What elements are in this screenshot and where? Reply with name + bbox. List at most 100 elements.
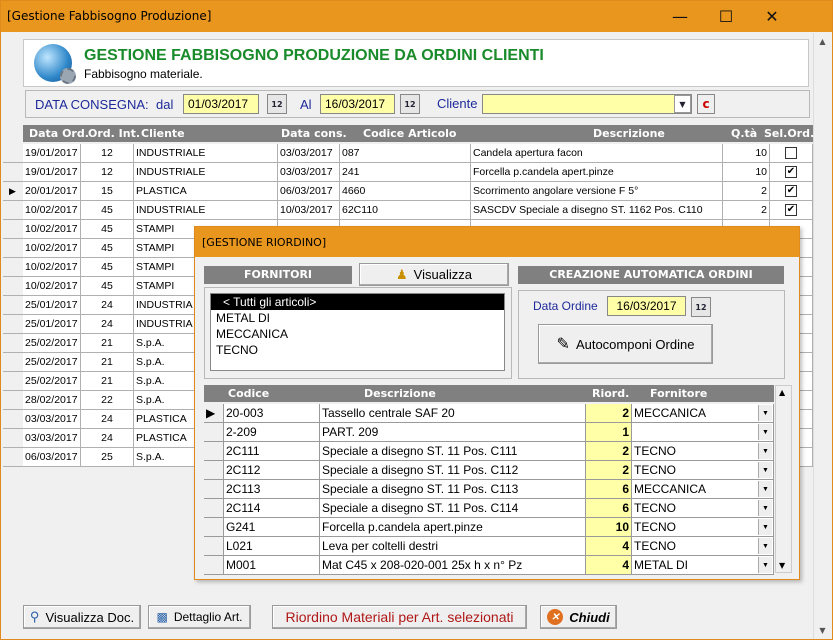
scroll-up-icon[interactable]: ▲ — [814, 33, 831, 50]
chevron-down-icon[interactable]: ▼ — [758, 538, 772, 554]
cell-ord-int: 12 — [81, 144, 134, 163]
data-ordine-field[interactable]: 16/03/2017 — [607, 296, 686, 316]
table-row[interactable]: M001 Mat C45 x 208-020-001 25x h x n° Pz 4… — [204, 556, 774, 575]
row-indicator — [3, 239, 23, 258]
cell-descrizione: Speciale a disegno ST. 11 Pos. C111 — [320, 442, 586, 461]
dettaglio-art-button[interactable]: ▩ Dettaglio Art. — [148, 605, 251, 629]
dal-label: dal — [156, 97, 174, 112]
cell-fornitore[interactable]: MECCANICA ▼ — [632, 404, 774, 423]
cell-riord[interactable]: 6 — [586, 480, 632, 499]
col-descrizione-p: Descrizione — [364, 387, 436, 400]
cell-cliente: INDUSTRIALE — [134, 201, 278, 220]
calendar-from-icon[interactable]: 12 — [267, 94, 287, 114]
table-row[interactable]: ▶ 20-003 Tassello centrale SAF 20 2 MECCANIC… — [204, 404, 774, 423]
date-from-field[interactable]: 01/03/2017 — [183, 94, 259, 114]
scroll-down-icon[interactable]: ▼ — [779, 561, 785, 570]
fornitori-list[interactable]: < Tutti gli articoli> METAL DI MECCANICA… — [210, 293, 505, 371]
scroll-up-icon[interactable]: ▲ — [779, 388, 785, 397]
calendar-to-icon[interactable]: 12 — [400, 94, 420, 114]
cell-riord[interactable]: 4 — [586, 537, 632, 556]
cell-riord[interactable]: 2 — [586, 461, 632, 480]
chevron-down-icon[interactable]: ▼ — [758, 462, 772, 478]
close-window-button[interactable]: ✕ — [749, 1, 795, 32]
riordino-button[interactable]: Riordino Materiali per Art. selezionati — [272, 605, 527, 629]
col-qta: Q.tà — [731, 127, 758, 140]
cell-fornitore[interactable]: TECNO ▼ — [632, 442, 774, 461]
window-scrollbar[interactable]: ▲ ▼ — [813, 33, 830, 639]
cell-fornitore-text: TECNO — [634, 501, 676, 515]
cell-riord-text: 6 — [622, 501, 629, 515]
select-checkbox[interactable]: ✔ — [785, 185, 797, 197]
list-item[interactable]: TECNO — [211, 342, 504, 358]
cell-descrizione-text: Speciale a disegno ST. 11 Pos. C114 — [322, 501, 519, 515]
cell-riord[interactable]: 2 — [586, 404, 632, 423]
chevron-down-icon[interactable]: ▼ — [674, 95, 691, 113]
cell-riord[interactable]: 6 — [586, 499, 632, 518]
table-row[interactable]: ▶ 20/01/2017 15 PLASTICA 06/03/2017 4660 Scorr… — [3, 182, 813, 201]
table-row[interactable]: 2C111 Speciale a disegno ST. 11 Pos. C111… — [204, 442, 774, 461]
people-icon: ♟ — [396, 266, 408, 282]
select-checkbox[interactable]: ✔ — [785, 204, 797, 216]
list-item[interactable]: < Tutti gli articoli> — [211, 294, 504, 310]
table-row[interactable]: L021 Leva per coltelli destri 4 TECNO ▼ — [204, 537, 774, 556]
chevron-down-icon[interactable]: ▼ — [758, 443, 772, 459]
cell-data-ord: 28/02/2017 — [23, 391, 81, 410]
calendar-ordine-icon[interactable]: 12 — [691, 297, 711, 317]
row-indicator — [204, 423, 224, 442]
visualizza-button[interactable]: ♟ Visualizza — [359, 263, 509, 286]
chevron-down-icon[interactable]: ▼ — [758, 481, 772, 497]
cell-fornitore[interactable]: TECNO ▼ — [632, 537, 774, 556]
list-item[interactable]: METAL DI — [211, 310, 504, 326]
row-indicator — [3, 353, 23, 372]
select-checkbox[interactable]: ✔ — [785, 166, 797, 178]
chevron-down-icon[interactable]: ▼ — [758, 405, 772, 421]
chevron-down-icon[interactable]: ▼ — [758, 557, 772, 573]
autocomponi-button[interactable]: ✎ Autocomponi Ordine — [538, 324, 713, 364]
table-row[interactable]: 2C113 Speciale a disegno ST. 11 Pos. C113… — [204, 480, 774, 499]
chiudi-button[interactable]: ✕ Chiudi — [540, 605, 617, 629]
table-row[interactable]: 2C112 Speciale a disegno ST. 11 Pos. C112… — [204, 461, 774, 480]
cell-fornitore[interactable]: ▼ — [632, 423, 774, 442]
cell-descrizione: Forcella p.candela apert.pinze — [471, 163, 723, 182]
cell-descrizione: Speciale a disegno ST. 11 Pos. C112 — [320, 461, 586, 480]
cell-ord-int: 21 — [81, 334, 134, 353]
cell-ord-int: 24 — [81, 296, 134, 315]
cell-qta: 10 — [723, 163, 770, 182]
table-row[interactable]: 19/01/2017 12 INDUSTRIALE 03/03/2017 241 Forc… — [3, 163, 813, 182]
cell-riord[interactable]: 10 — [586, 518, 632, 537]
cell-fornitore[interactable]: TECNO ▼ — [632, 518, 774, 537]
chevron-down-icon[interactable]: ▼ — [758, 424, 772, 440]
visualizza-doc-button[interactable]: ⚲ Visualizza Doc. — [23, 605, 141, 629]
select-checkbox[interactable] — [785, 147, 797, 159]
cliente-label: Cliente — [437, 96, 478, 111]
scroll-down-icon[interactable]: ▼ — [814, 622, 831, 639]
cliente-select[interactable] — [482, 94, 692, 114]
table-row[interactable]: 10/02/2017 45 INDUSTRIALE 10/03/2017 62C110 S… — [3, 201, 813, 220]
filter-bar: DATA CONSEGNA: dal 01/03/2017 12 Al 16/0… — [25, 90, 810, 118]
cell-codice: 241 — [340, 163, 471, 182]
cell-fornitore[interactable]: MECCANICA ▼ — [632, 480, 774, 499]
cell-fornitore[interactable]: METAL DI ▼ — [632, 556, 774, 575]
globe-gear-icon — [34, 44, 76, 84]
table-row[interactable]: G241 Forcella p.candela apert.pinze 10 TECN… — [204, 518, 774, 537]
table-row[interactable]: 19/01/2017 12 INDUSTRIALE 03/03/2017 087 Cand… — [3, 144, 813, 163]
cell-codice-text: 2C112 — [226, 463, 261, 477]
cell-riord[interactable]: 1 — [586, 423, 632, 442]
cell-fornitore[interactable]: TECNO ▼ — [632, 461, 774, 480]
riordino-scrollbar[interactable]: ▲ ▼ — [775, 385, 792, 573]
cell-riord[interactable]: 4 — [586, 556, 632, 575]
table-row[interactable]: 2-209 PART. 209 1 ▼ — [204, 423, 774, 442]
maximize-button[interactable]: ☐ — [703, 1, 749, 32]
date-to-field[interactable]: 16/03/2017 — [320, 94, 395, 114]
table-row[interactable]: 2C114 Speciale a disegno ST. 11 Pos. C114… — [204, 499, 774, 518]
list-item[interactable]: MECCANICA — [211, 326, 504, 342]
minimize-button[interactable]: — — [657, 1, 703, 32]
chevron-down-icon[interactable]: ▼ — [758, 500, 772, 516]
cell-data-ord: 03/03/2017 — [23, 410, 81, 429]
cell-riord[interactable]: 2 — [586, 442, 632, 461]
clear-client-button[interactable]: c — [697, 94, 715, 114]
chevron-down-icon[interactable]: ▼ — [758, 519, 772, 535]
row-indicator — [3, 144, 23, 163]
cell-descrizione: Speciale a disegno ST. 11 Pos. C113 — [320, 480, 586, 499]
cell-fornitore[interactable]: TECNO ▼ — [632, 499, 774, 518]
